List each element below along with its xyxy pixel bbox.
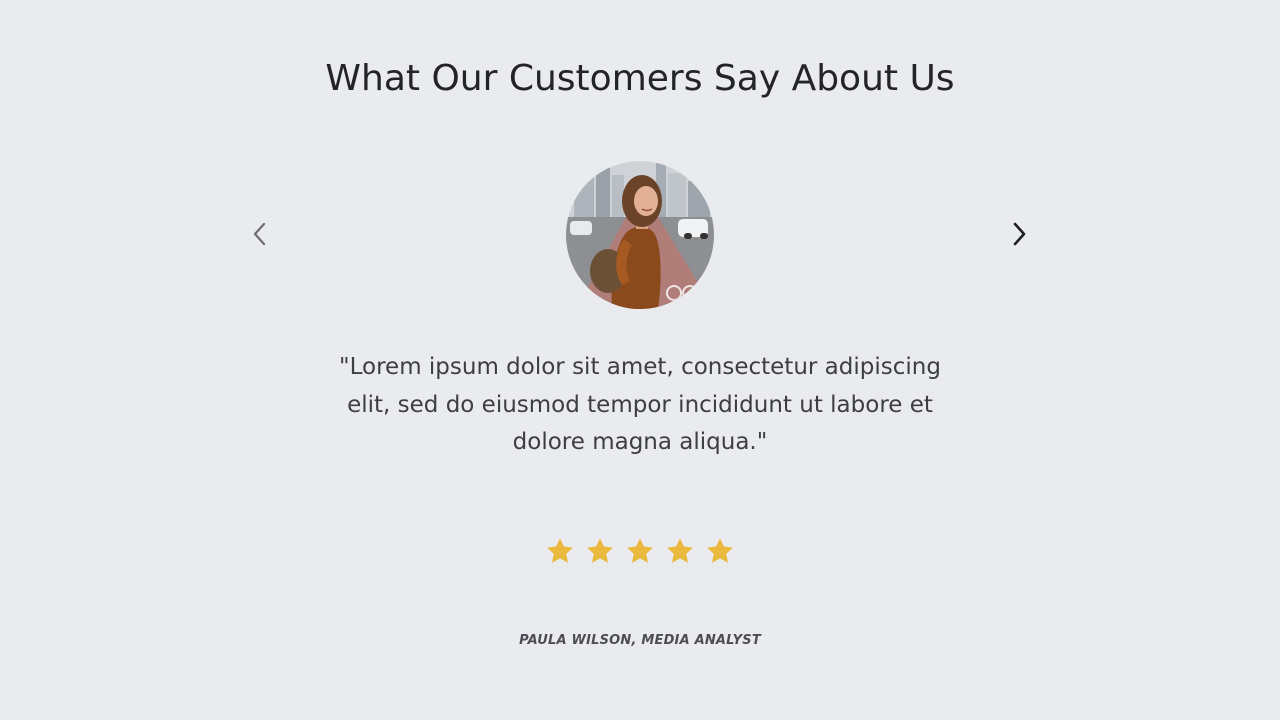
testimonials-section: What Our Customers Say About Us "Lorem i… bbox=[0, 0, 1280, 720]
star-icon bbox=[585, 536, 615, 566]
next-testimonial-button[interactable] bbox=[1001, 216, 1037, 252]
customer-avatar-photo bbox=[566, 161, 714, 309]
star-icon bbox=[705, 536, 735, 566]
star-rating bbox=[540, 536, 740, 568]
star-icon bbox=[545, 536, 575, 566]
testimonial-quote: "Lorem ipsum dolor sit amet, consectetur… bbox=[339, 354, 941, 455]
chevron-right-icon bbox=[1013, 222, 1026, 246]
previous-testimonial-button[interactable] bbox=[242, 216, 278, 252]
section-heading: What Our Customers Say About Us bbox=[325, 58, 955, 99]
customer-avatar bbox=[566, 161, 714, 309]
star-icon bbox=[665, 536, 695, 566]
testimonial-author: PAULA WILSON, MEDIA ANALYST bbox=[519, 633, 761, 648]
chevron-left-icon bbox=[253, 222, 266, 246]
star-icon bbox=[625, 536, 655, 566]
